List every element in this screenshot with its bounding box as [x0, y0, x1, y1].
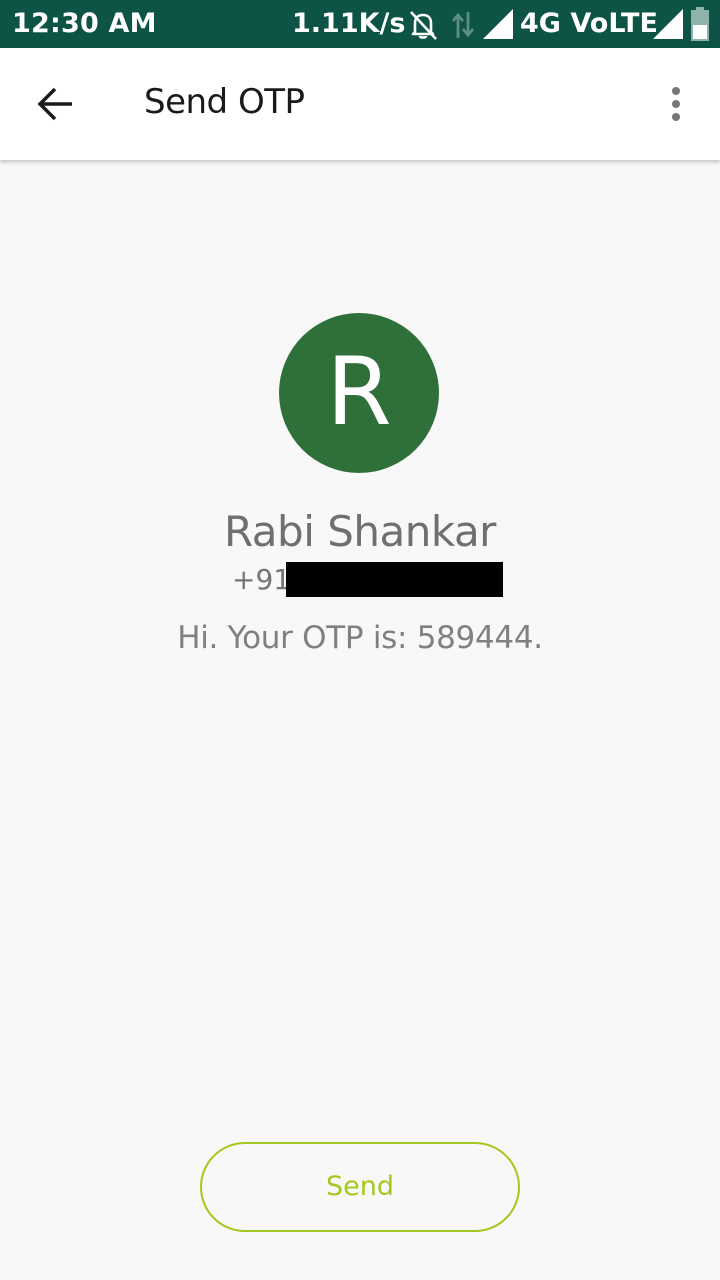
signal-icon	[483, 9, 513, 39]
avatar: R	[279, 313, 439, 473]
more-vert-icon	[672, 87, 680, 121]
arrow-back-icon	[37, 87, 72, 121]
overflow-menu-button[interactable]	[652, 76, 700, 132]
status-bar: 12:30 AM 1.11K/s 4G VoLTE	[0, 0, 720, 48]
phone-number-visible: +91	[232, 563, 292, 596]
page-title: Send OTP	[144, 82, 305, 122]
app-bar: Send OTP	[0, 48, 720, 160]
phone-redaction	[286, 562, 503, 597]
status-network-speed: 1.11K/s	[292, 8, 406, 39]
battery-icon	[691, 7, 709, 41]
signal-icon	[653, 9, 683, 39]
data-arrows-icon	[451, 12, 475, 38]
back-button[interactable]	[20, 68, 92, 140]
otp-message: Hi. Your OTP is: 589444.	[177, 620, 543, 656]
contact-name: Rabi Shankar	[224, 507, 496, 556]
send-button[interactable]: Send	[200, 1142, 520, 1232]
status-time: 12:30 AM	[12, 8, 157, 39]
avatar-initial: R	[326, 338, 392, 447]
bell-off-icon	[410, 11, 437, 40]
status-network-type: 4G VoLTE	[520, 8, 658, 39]
